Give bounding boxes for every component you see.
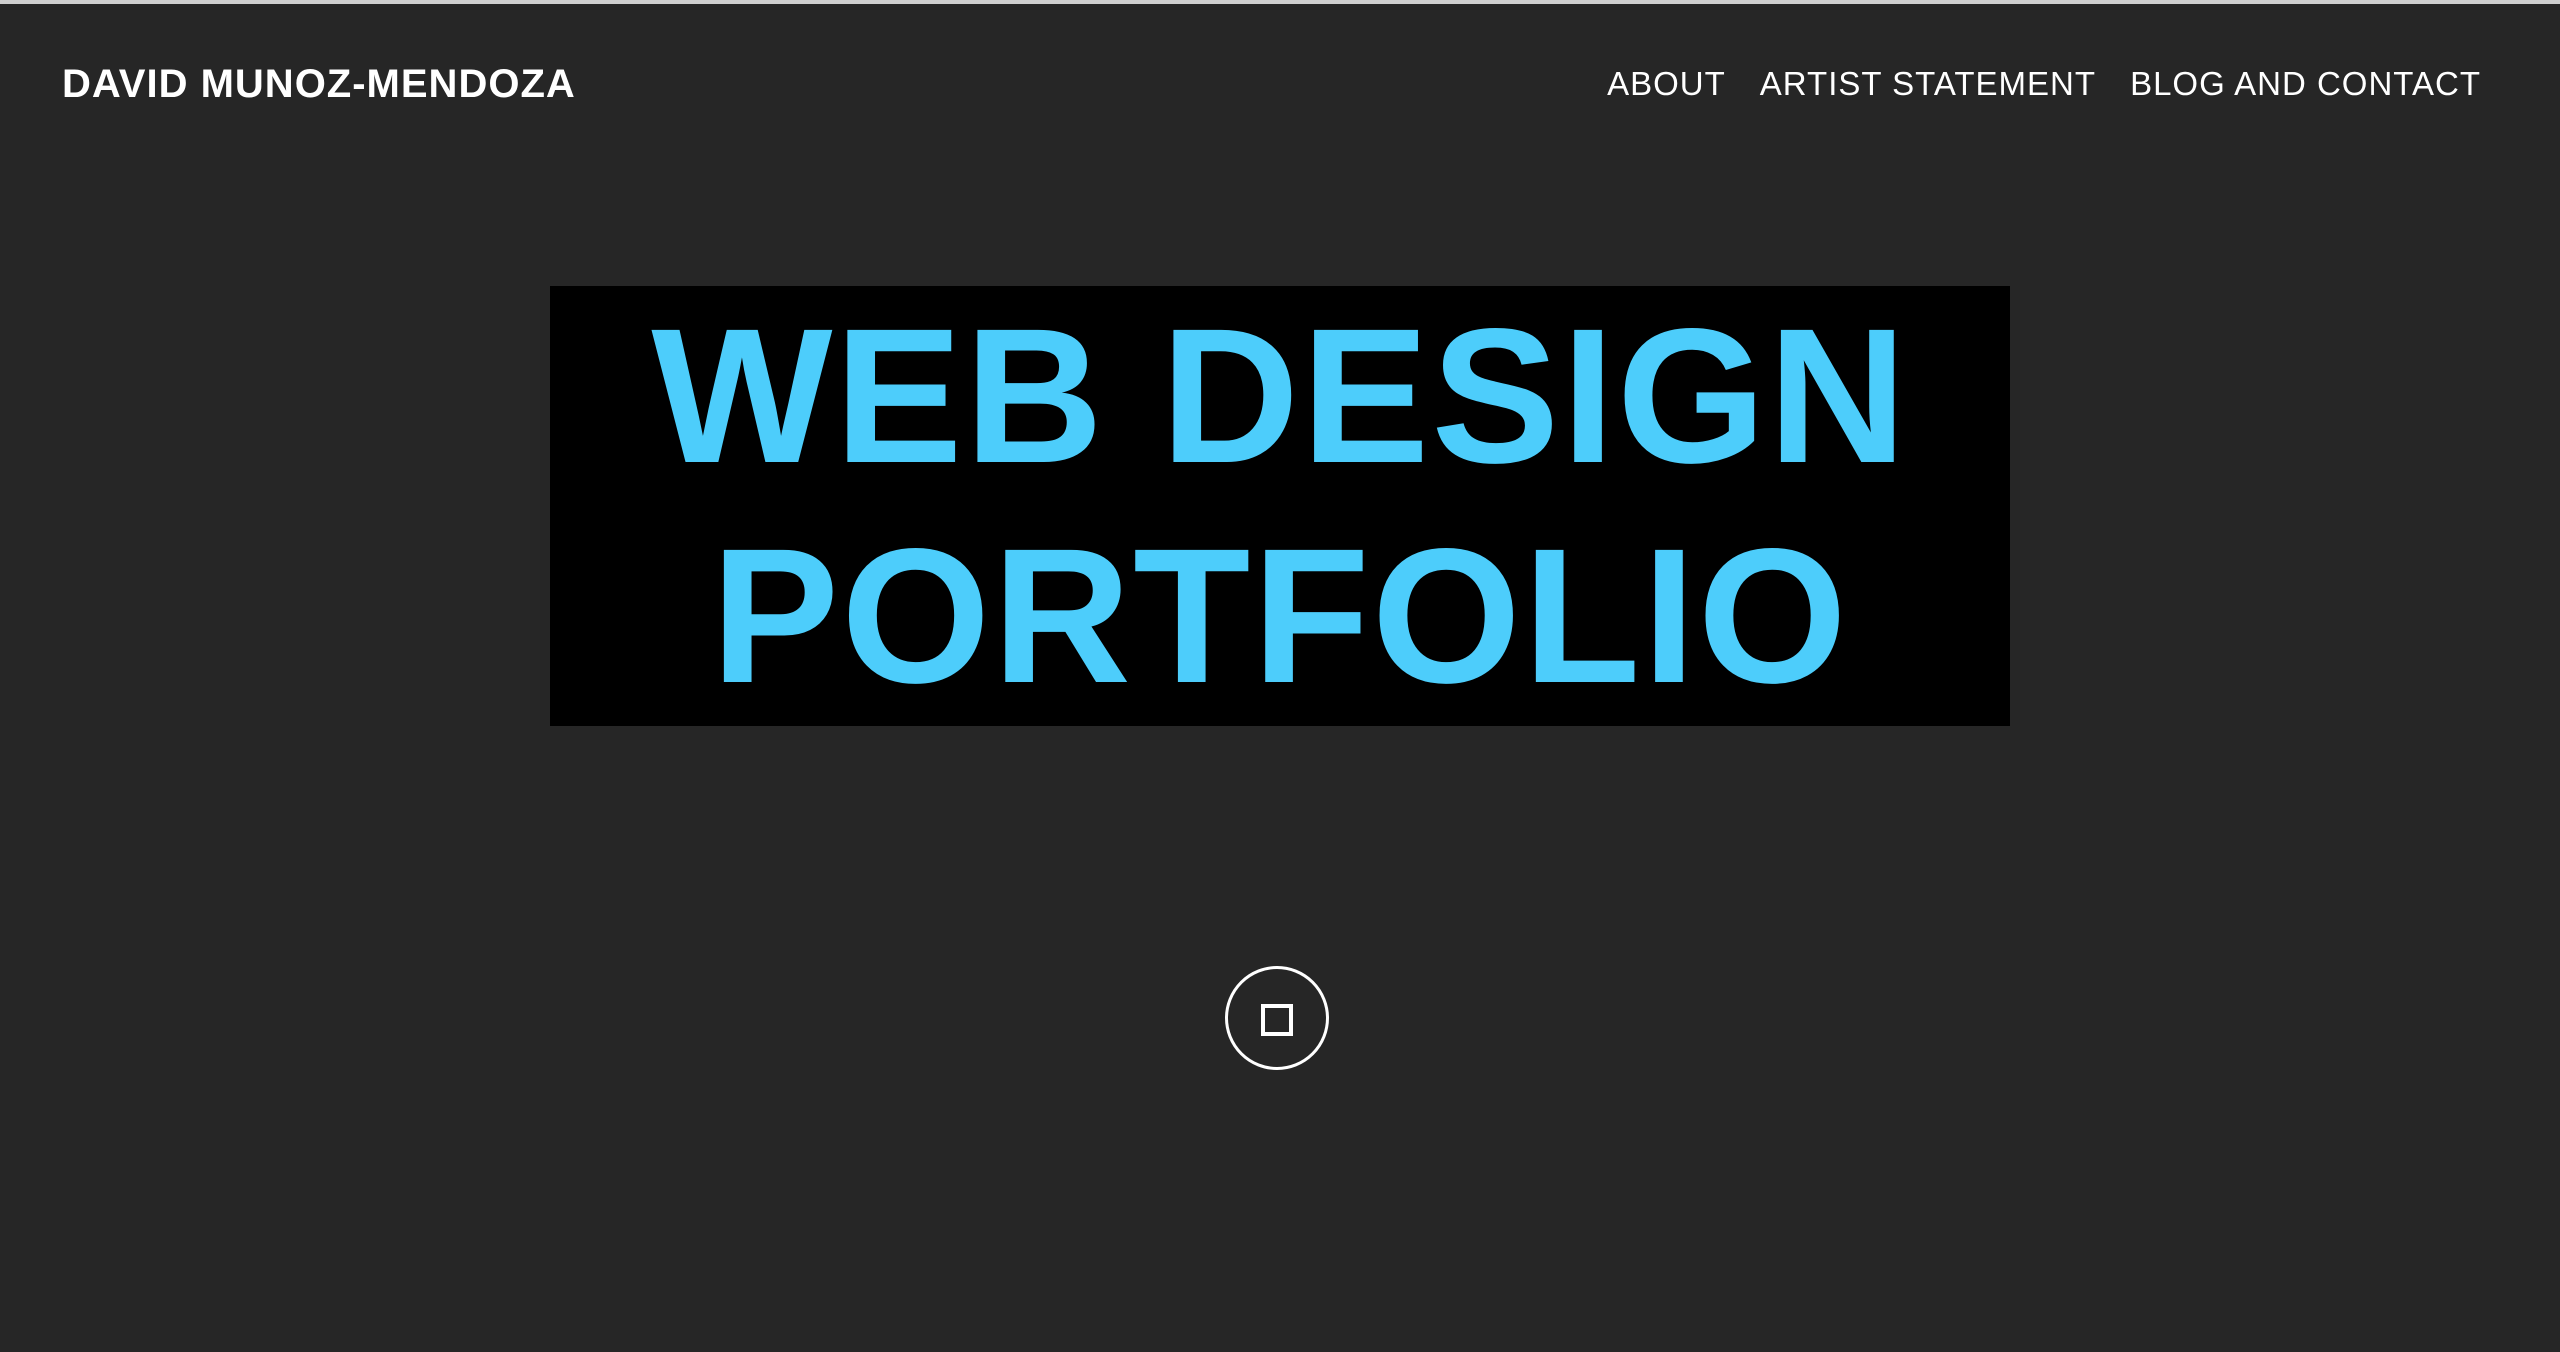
main-nav: ABOUT ARTIST STATEMENT BLOG AND CONTACT [1607,60,2481,108]
nav-link-about[interactable]: ABOUT [1607,60,1726,108]
nav-link-artist-statement[interactable]: ARTIST STATEMENT [1760,60,2096,108]
nav-link-blog-and-contact[interactable]: BLOG AND CONTACT [2130,60,2481,108]
square-icon [1261,1004,1293,1036]
site-header: DAVID MUNOZ-MENDOZA ABOUT ARTIST STATEME… [0,0,2560,170]
site-title[interactable]: DAVID MUNOZ-MENDOZA [62,60,576,108]
scroll-down-button[interactable] [1225,966,1329,1070]
hero-title-line-2: PORTFOLIO [711,508,1849,723]
hero-banner: WEB DESIGN PORTFOLIO [550,286,2010,726]
hero-title-line-1: WEB DESIGN [651,288,1909,503]
